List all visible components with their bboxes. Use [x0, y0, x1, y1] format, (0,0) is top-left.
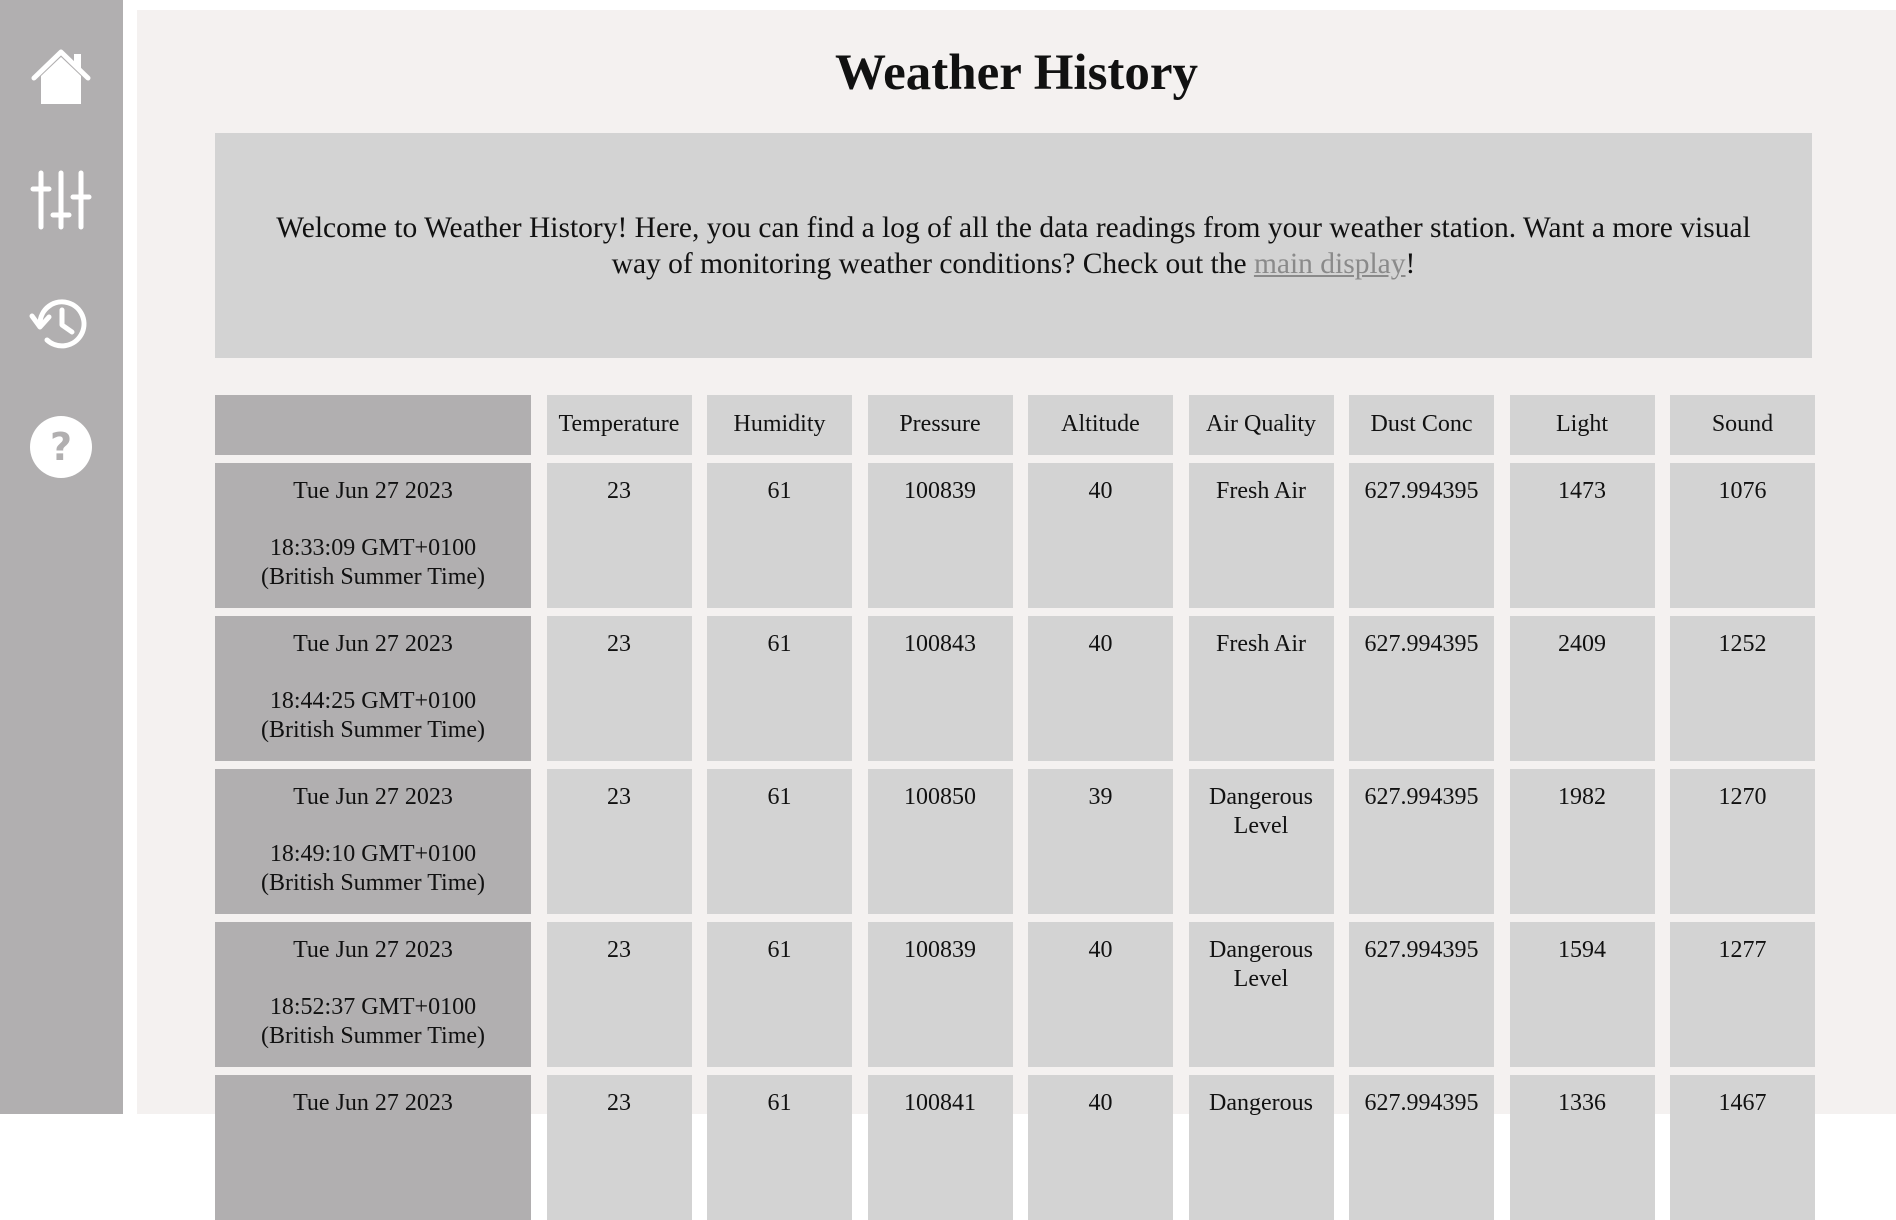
- cell-pressure: 100843: [867, 616, 1013, 761]
- row-timestamp: Tue Jun 27 2023 18:49:10 GMT+0100 (British…: [215, 769, 531, 914]
- cell-sound: 1277: [1670, 922, 1815, 1067]
- row-timestamp: Tue Jun 27 2023: [215, 1075, 531, 1220]
- sidebar: ?: [0, 0, 123, 1114]
- cell-temperature: 23: [546, 769, 692, 914]
- welcome-text-end: !: [1405, 247, 1416, 280]
- cell-altitude: 40: [1028, 616, 1173, 761]
- row-timezone: (British Summer Time): [260, 717, 486, 743]
- cell-altitude: 40: [1028, 1075, 1173, 1220]
- welcome-box: Welcome to Weather History! Here, you ca…: [215, 133, 1812, 358]
- cell-air-quality: Fresh Air: [1188, 616, 1334, 761]
- cell-sound: 1076: [1670, 463, 1815, 608]
- cell-altitude: 40: [1028, 463, 1173, 608]
- history-icon: [29, 299, 87, 349]
- welcome-text: Welcome to Weather History! Here, you ca…: [275, 210, 1752, 282]
- cell-dust-conc: 627.994395: [1349, 463, 1494, 608]
- history-table: Temperature Humidity Pressure Altitude A…: [215, 395, 1815, 1220]
- header-sound: Sound: [1670, 395, 1815, 455]
- cell-temperature: 23: [546, 463, 692, 608]
- nav-home-button[interactable]: [18, 34, 104, 120]
- row-date: Tue Jun 27 2023: [293, 631, 453, 657]
- cell-dust-conc: 627.994395: [1349, 922, 1494, 1067]
- row-time: 18:33:09 GMT+0100: [269, 535, 477, 561]
- row-date: Tue Jun 27 2023: [293, 784, 453, 810]
- header-air-quality: Air Quality: [1188, 395, 1334, 455]
- cell-pressure: 100850: [867, 769, 1013, 914]
- cell-pressure: 100839: [867, 463, 1013, 608]
- row-date: Tue Jun 27 2023: [293, 1090, 453, 1116]
- cell-sound: 1467: [1670, 1075, 1815, 1220]
- sliders-icon: [30, 170, 92, 230]
- header-temperature: Temperature: [546, 395, 692, 455]
- cell-temperature: 23: [546, 1075, 692, 1220]
- header-pressure: Pressure: [867, 395, 1013, 455]
- cell-humidity: 61: [707, 463, 852, 608]
- cell-altitude: 39: [1028, 769, 1173, 914]
- row-date: Tue Jun 27 2023: [293, 478, 453, 504]
- row-time: 18:49:10 GMT+0100: [269, 841, 477, 867]
- header-light: Light: [1509, 395, 1655, 455]
- main-panel: Weather History Welcome to Weather Histo…: [137, 10, 1896, 1220]
- nav-settings-button[interactable]: [18, 157, 104, 243]
- main-display-link[interactable]: main display: [1254, 248, 1406, 280]
- cell-light: 1336: [1509, 1075, 1655, 1220]
- cell-sound: 1270: [1670, 769, 1815, 914]
- cell-sound: 1252: [1670, 616, 1815, 761]
- svg-text:?: ?: [50, 425, 72, 469]
- cell-air-quality: Dangerous Level: [1188, 769, 1334, 914]
- cell-light: 2409: [1509, 616, 1655, 761]
- row-date: Tue Jun 27 2023: [293, 937, 453, 963]
- cell-altitude: 40: [1028, 922, 1173, 1067]
- cell-humidity: 61: [707, 769, 852, 914]
- row-time: 18:44:25 GMT+0100: [269, 688, 477, 714]
- cell-light: 1473: [1509, 463, 1655, 608]
- row-timestamp: Tue Jun 27 2023 18:33:09 GMT+0100 (British…: [215, 463, 531, 608]
- cell-humidity: 61: [707, 616, 852, 761]
- nav-history-button[interactable]: [18, 280, 104, 366]
- row-time: 18:52:37 GMT+0100: [269, 994, 477, 1020]
- welcome-text-intro: Welcome to Weather History! Here, you ca…: [276, 211, 1751, 280]
- cell-dust-conc: 627.994395: [1349, 769, 1494, 914]
- cell-air-quality: Fresh Air: [1188, 463, 1334, 608]
- cell-air-quality: Dangerous: [1188, 1075, 1334, 1220]
- cell-humidity: 61: [707, 1075, 852, 1220]
- cell-dust-conc: 627.994395: [1349, 616, 1494, 761]
- header-dust-conc: Dust Conc: [1349, 395, 1494, 455]
- cell-dust-conc: 627.994395: [1349, 1075, 1494, 1220]
- cell-temperature: 23: [546, 616, 692, 761]
- header-humidity: Humidity: [707, 395, 852, 455]
- row-timezone: (British Summer Time): [260, 1023, 486, 1049]
- row-timezone: (British Summer Time): [260, 870, 486, 896]
- row-timezone: (British Summer Time): [260, 564, 486, 590]
- nav-help-button[interactable]: ?: [18, 404, 104, 490]
- row-timestamp: Tue Jun 27 2023 18:52:37 GMT+0100 (British…: [215, 922, 531, 1067]
- page-title: Weather History: [834, 45, 1199, 101]
- cell-light: 1594: [1509, 922, 1655, 1067]
- home-icon: [31, 49, 91, 104]
- header-corner: [215, 395, 531, 455]
- cell-pressure: 100841: [867, 1075, 1013, 1220]
- cell-air-quality: Dangerous Level: [1188, 922, 1334, 1067]
- header-altitude: Altitude: [1028, 395, 1173, 455]
- help-icon: ?: [30, 416, 92, 478]
- cell-temperature: 23: [546, 922, 692, 1067]
- row-timestamp: Tue Jun 27 2023 18:44:25 GMT+0100 (British…: [215, 616, 531, 761]
- cell-light: 1982: [1509, 769, 1655, 914]
- cell-humidity: 61: [707, 922, 852, 1067]
- cell-pressure: 100839: [867, 922, 1013, 1067]
